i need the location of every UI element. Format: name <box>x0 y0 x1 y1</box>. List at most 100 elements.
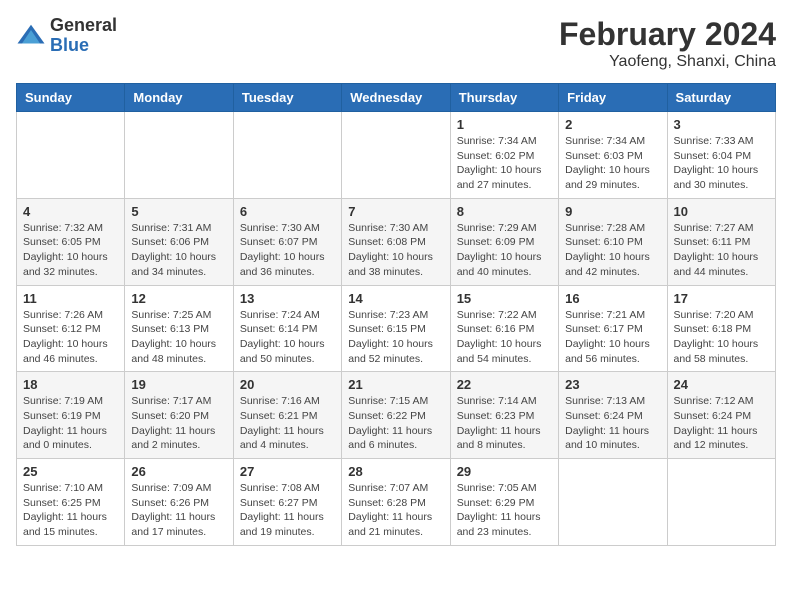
calendar-cell: 8 Sunrise: 7:29 AM Sunset: 6:09 PM Daylig… <box>450 198 558 285</box>
day-info: Sunrise: 7:16 AM Sunset: 6:21 PM Dayligh… <box>240 394 335 453</box>
day-number: 13 <box>240 291 335 306</box>
day-number: 6 <box>240 204 335 219</box>
week-row-3: 11 Sunrise: 7:26 AM Sunset: 6:12 PM Dayli… <box>17 285 776 372</box>
calendar-cell: 25Sunrise: 7:10 AM Sunset: 6:25 PM Dayli… <box>17 459 125 546</box>
day-number: 3 <box>674 117 769 132</box>
logo-text: General Blue <box>50 16 117 56</box>
logo-blue: Blue <box>50 36 117 56</box>
calendar-cell: 3 Sunrise: 7:33 AM Sunset: 6:04 PM Daylig… <box>667 112 775 199</box>
calendar-cell: 12 Sunrise: 7:25 AM Sunset: 6:13 PM Dayli… <box>125 285 233 372</box>
day-header-saturday: Saturday <box>667 84 775 112</box>
day-header-sunday: Sunday <box>17 84 125 112</box>
calendar-cell: 26 Sunrise: 7:09 AM Sunset: 6:26 PM Dayli… <box>125 459 233 546</box>
week-row-4: 18 Sunrise: 7:19 AM Sunset: 6:19 PM Dayli… <box>17 372 776 459</box>
calendar-cell: 19 Sunrise: 7:17 AM Sunset: 6:20 PM Dayli… <box>125 372 233 459</box>
day-number: 17 <box>674 291 769 306</box>
day-number: 5 <box>131 204 226 219</box>
day-number: 18 <box>23 377 118 392</box>
calendar-cell: 22Sunrise: 7:14 AM Sunset: 6:23 PM Dayli… <box>450 372 558 459</box>
calendar-cell: 17 Sunrise: 7:20 AM Sunset: 6:18 PM Dayli… <box>667 285 775 372</box>
day-number: 4 <box>23 204 118 219</box>
day-number: 11 <box>23 291 118 306</box>
day-info: Sunrise: 7:15 AM Sunset: 6:22 PM Dayligh… <box>348 394 443 453</box>
day-info: Sunrise: 7:12 AM Sunset: 6:24 PM Dayligh… <box>674 394 769 453</box>
day-info: Sunrise: 7:34 AM Sunset: 6:03 PM Dayligh… <box>565 134 660 193</box>
day-info: Sunrise: 7:32 AM Sunset: 6:05 PM Dayligh… <box>23 221 118 280</box>
calendar-cell: 7 Sunrise: 7:30 AM Sunset: 6:08 PM Daylig… <box>342 198 450 285</box>
day-number: 15 <box>457 291 552 306</box>
day-info: Sunrise: 7:30 AM Sunset: 6:08 PM Dayligh… <box>348 221 443 280</box>
calendar-cell: 6 Sunrise: 7:30 AM Sunset: 6:07 PM Daylig… <box>233 198 341 285</box>
day-info: Sunrise: 7:27 AM Sunset: 6:11 PM Dayligh… <box>674 221 769 280</box>
day-info: Sunrise: 7:26 AM Sunset: 6:12 PM Dayligh… <box>23 308 118 367</box>
logo: General Blue <box>16 16 117 56</box>
title-block: February 2024 Yaofeng, Shanxi, China <box>559 16 776 71</box>
week-row-1: 1Sunrise: 7:34 AM Sunset: 6:02 PM Daylig… <box>17 112 776 199</box>
day-info: Sunrise: 7:30 AM Sunset: 6:07 PM Dayligh… <box>240 221 335 280</box>
day-info: Sunrise: 7:29 AM Sunset: 6:09 PM Dayligh… <box>457 221 552 280</box>
day-info: Sunrise: 7:20 AM Sunset: 6:18 PM Dayligh… <box>674 308 769 367</box>
day-number: 27 <box>240 464 335 479</box>
calendar-table: SundayMondayTuesdayWednesdayThursdayFrid… <box>16 83 776 546</box>
calendar-cell: 18 Sunrise: 7:19 AM Sunset: 6:19 PM Dayli… <box>17 372 125 459</box>
calendar-cell: 13 Sunrise: 7:24 AM Sunset: 6:14 PM Dayli… <box>233 285 341 372</box>
day-number: 14 <box>348 291 443 306</box>
day-info: Sunrise: 7:28 AM Sunset: 6:10 PM Dayligh… <box>565 221 660 280</box>
calendar-cell: 2 Sunrise: 7:34 AM Sunset: 6:03 PM Daylig… <box>559 112 667 199</box>
calendar-cell: 11 Sunrise: 7:26 AM Sunset: 6:12 PM Dayli… <box>17 285 125 372</box>
day-info: Sunrise: 7:23 AM Sunset: 6:15 PM Dayligh… <box>348 308 443 367</box>
day-number: 24 <box>674 377 769 392</box>
day-number: 16 <box>565 291 660 306</box>
page-header: General Blue February 2024 Yaofeng, Shan… <box>16 16 776 71</box>
day-number: 20 <box>240 377 335 392</box>
calendar-cell: 9 Sunrise: 7:28 AM Sunset: 6:10 PM Daylig… <box>559 198 667 285</box>
day-number: 9 <box>565 204 660 219</box>
day-info: Sunrise: 7:22 AM Sunset: 6:16 PM Dayligh… <box>457 308 552 367</box>
day-info: Sunrise: 7:25 AM Sunset: 6:13 PM Dayligh… <box>131 308 226 367</box>
day-number: 28 <box>348 464 443 479</box>
week-row-2: 4 Sunrise: 7:32 AM Sunset: 6:05 PM Daylig… <box>17 198 776 285</box>
calendar-cell: 5Sunrise: 7:31 AM Sunset: 6:06 PM Daylig… <box>125 198 233 285</box>
day-info: Sunrise: 7:09 AM Sunset: 6:26 PM Dayligh… <box>131 481 226 540</box>
day-info: Sunrise: 7:24 AM Sunset: 6:14 PM Dayligh… <box>240 308 335 367</box>
day-header-wednesday: Wednesday <box>342 84 450 112</box>
day-info: Sunrise: 7:10 AM Sunset: 6:25 PM Dayligh… <box>23 481 118 540</box>
calendar-header-row: SundayMondayTuesdayWednesdayThursdayFrid… <box>17 84 776 112</box>
day-number: 12 <box>131 291 226 306</box>
day-number: 21 <box>348 377 443 392</box>
calendar-cell: 29Sunrise: 7:05 AM Sunset: 6:29 PM Dayli… <box>450 459 558 546</box>
day-info: Sunrise: 7:05 AM Sunset: 6:29 PM Dayligh… <box>457 481 552 540</box>
day-header-friday: Friday <box>559 84 667 112</box>
day-info: Sunrise: 7:19 AM Sunset: 6:19 PM Dayligh… <box>23 394 118 453</box>
day-info: Sunrise: 7:17 AM Sunset: 6:20 PM Dayligh… <box>131 394 226 453</box>
day-number: 8 <box>457 204 552 219</box>
day-number: 1 <box>457 117 552 132</box>
calendar-cell <box>559 459 667 546</box>
calendar-cell <box>17 112 125 199</box>
day-number: 7 <box>348 204 443 219</box>
calendar-cell: 14 Sunrise: 7:23 AM Sunset: 6:15 PM Dayli… <box>342 285 450 372</box>
day-number: 2 <box>565 117 660 132</box>
day-header-thursday: Thursday <box>450 84 558 112</box>
day-info: Sunrise: 7:33 AM Sunset: 6:04 PM Dayligh… <box>674 134 769 193</box>
calendar-cell: 10 Sunrise: 7:27 AM Sunset: 6:11 PM Dayli… <box>667 198 775 285</box>
logo-icon <box>16 21 46 51</box>
calendar-cell: 20 Sunrise: 7:16 AM Sunset: 6:21 PM Dayli… <box>233 372 341 459</box>
calendar-cell: 27Sunrise: 7:08 AM Sunset: 6:27 PM Dayli… <box>233 459 341 546</box>
calendar-cell: 16Sunrise: 7:21 AM Sunset: 6:17 PM Dayli… <box>559 285 667 372</box>
calendar-cell: 15 Sunrise: 7:22 AM Sunset: 6:16 PM Dayli… <box>450 285 558 372</box>
calendar-cell: 28 Sunrise: 7:07 AM Sunset: 6:28 PM Dayli… <box>342 459 450 546</box>
day-number: 19 <box>131 377 226 392</box>
day-number: 23 <box>565 377 660 392</box>
day-info: Sunrise: 7:07 AM Sunset: 6:28 PM Dayligh… <box>348 481 443 540</box>
calendar-cell: 1Sunrise: 7:34 AM Sunset: 6:02 PM Daylig… <box>450 112 558 199</box>
day-number: 10 <box>674 204 769 219</box>
day-number: 26 <box>131 464 226 479</box>
calendar-title: February 2024 <box>559 16 776 53</box>
calendar-cell: 24 Sunrise: 7:12 AM Sunset: 6:24 PM Dayli… <box>667 372 775 459</box>
calendar-cell <box>342 112 450 199</box>
day-info: Sunrise: 7:14 AM Sunset: 6:23 PM Dayligh… <box>457 394 552 453</box>
calendar-subtitle: Yaofeng, Shanxi, China <box>559 53 776 71</box>
day-header-monday: Monday <box>125 84 233 112</box>
calendar-cell <box>667 459 775 546</box>
